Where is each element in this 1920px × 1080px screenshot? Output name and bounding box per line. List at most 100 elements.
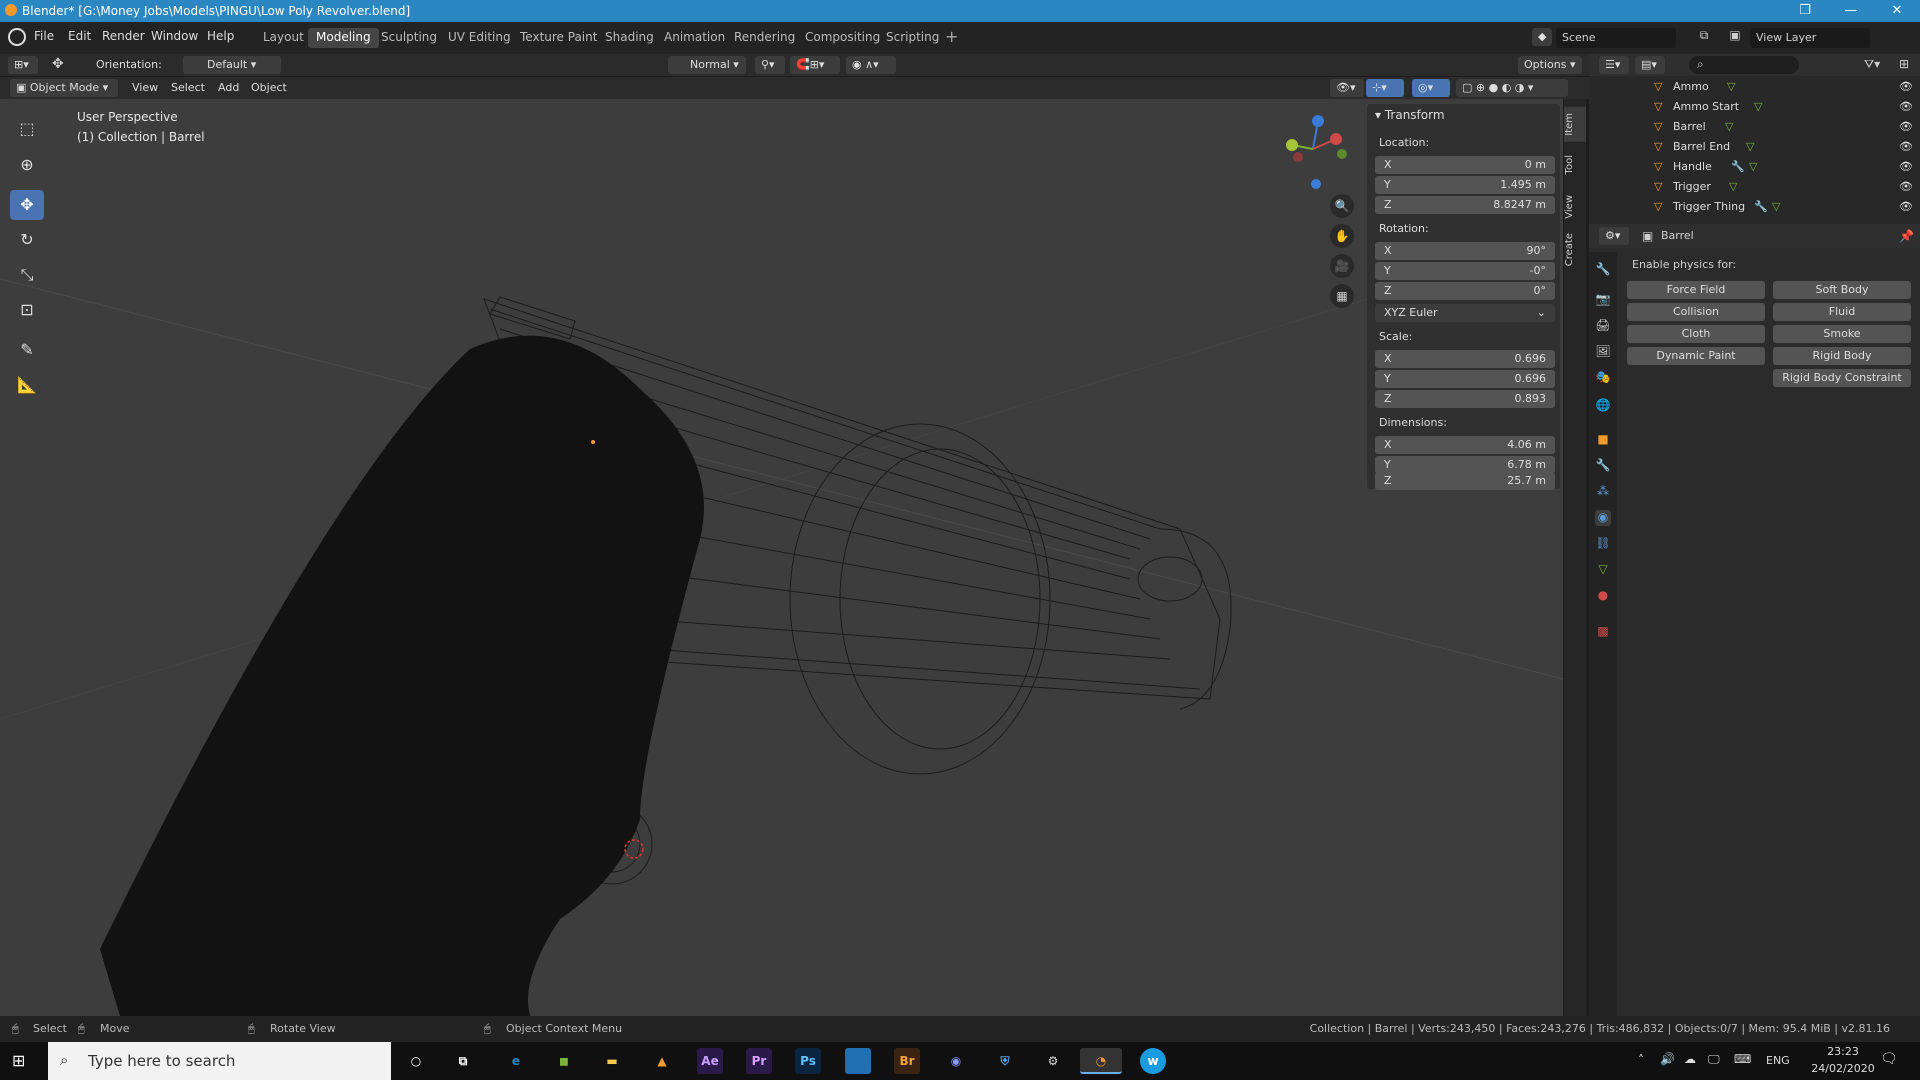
scene-selector[interactable]: Scene <box>1556 28 1676 48</box>
mesh-data-icon[interactable]: ▽ <box>1595 562 1611 578</box>
gizmo-toggle-icon[interactable]: ⊹▾ <box>1366 79 1404 97</box>
notifications-icon[interactable]: 🗨 <box>1880 1051 1898 1067</box>
rotate-tool-icon[interactable]: ↻ <box>10 225 44 255</box>
tab-modeling[interactable]: Modeling <box>308 28 379 48</box>
output-icon[interactable]: 🖨 <box>1595 318 1611 334</box>
scale-z-field[interactable]: Z 0.893 <box>1375 390 1555 408</box>
eye-icon[interactable]: 👁 <box>1899 180 1913 193</box>
outliner-editor-icon[interactable]: ☰▾ <box>1599 56 1629 74</box>
menu-file[interactable]: File <box>34 29 54 43</box>
proportional-edit-icon[interactable]: ◉ ∧▾ <box>846 56 896 74</box>
outliner-row-ammo[interactable]: ▽ Ammo ▽ 👁 <box>1589 80 1920 100</box>
volume-icon[interactable]: 🔊 <box>1660 1052 1675 1066</box>
soft-body-button[interactable]: Soft Body <box>1773 281 1911 299</box>
cloth-button[interactable]: Cloth <box>1627 325 1765 343</box>
visibility-icon[interactable]: 👁▾ <box>1330 79 1364 97</box>
location-y-field[interactable]: Y 1.495 m <box>1375 176 1555 194</box>
blender-taskbar-icon[interactable]: ◔ <box>1080 1048 1122 1074</box>
mode-dropdown[interactable]: ▣ Object Mode ▾ <box>10 79 118 97</box>
tool-settings-icon[interactable]: 🔧 <box>1595 262 1611 278</box>
display-mode-icon[interactable]: ▤▾ <box>1635 56 1665 74</box>
cursor-tool-icon[interactable]: ⊕ <box>10 150 44 180</box>
properties-editor-icon[interactable]: ⚙▾ <box>1599 227 1629 245</box>
collision-button[interactable]: Collision <box>1627 303 1765 321</box>
rotation-mode-dropdown[interactable]: XYZ Euler ⌄ <box>1375 304 1555 322</box>
pan-hand-icon[interactable]: ✋ <box>1330 224 1354 248</box>
snap-icon[interactable]: ⚲▾ <box>755 56 785 74</box>
scale-y-field[interactable]: Y 0.696 <box>1375 370 1555 388</box>
tab-view[interactable]: View <box>1564 189 1586 225</box>
nvidia-icon[interactable]: ◼ <box>551 1048 577 1074</box>
taskbar-search-input[interactable]: ⌕ Type here to search <box>48 1042 391 1080</box>
dimensions-x-field[interactable]: X 4.06 m <box>1375 436 1555 454</box>
rigid-body-constraint-button[interactable]: Rigid Body Constraint <box>1773 369 1911 387</box>
tab-create[interactable]: Create <box>1564 227 1586 272</box>
eye-icon[interactable]: 👁 <box>1899 100 1913 113</box>
after-effects-icon[interactable]: Ae <box>697 1048 723 1074</box>
rotation-y-field[interactable]: Y -0° <box>1375 262 1555 280</box>
bridge-icon[interactable]: Br <box>894 1048 920 1074</box>
premiere-icon[interactable]: Pr <box>746 1048 772 1074</box>
editor-type-icon[interactable]: ⊞▾ <box>8 56 38 74</box>
new-scene-icon[interactable]: ⧉ <box>1696 28 1712 43</box>
app-circle-icon[interactable]: w <box>1140 1048 1166 1074</box>
windows-start-icon[interactable]: ⊞ <box>12 1051 25 1070</box>
network-icon[interactable]: 🖵 <box>1708 1052 1720 1067</box>
tab-shading[interactable]: Shading <box>597 28 662 48</box>
options-dropdown[interactable]: Options ▾ <box>1518 56 1582 74</box>
world-icon[interactable]: 🌐 <box>1595 398 1611 414</box>
texture-icon[interactable]: ▩ <box>1595 624 1611 640</box>
fluid-button[interactable]: Fluid <box>1773 303 1911 321</box>
outliner-row-barrel-end[interactable]: ▽ Barrel End ▽ 👁 <box>1589 140 1920 160</box>
pin-icon[interactable]: 📌 <box>1899 229 1914 243</box>
tab-scripting[interactable]: Scripting <box>878 28 947 48</box>
close-button[interactable]: ✕ <box>1874 0 1920 22</box>
menu-object[interactable]: Object <box>251 81 287 94</box>
modifier-tab-icon[interactable]: 🔧 <box>1595 458 1611 474</box>
add-workspace-icon[interactable]: + <box>945 27 958 46</box>
menu-render[interactable]: Render <box>102 29 145 43</box>
tab-layout[interactable]: Layout <box>255 28 312 48</box>
tab-rendering[interactable]: Rendering <box>726 28 803 48</box>
transform-header[interactable]: ▾ Transform <box>1375 108 1445 122</box>
outliner-row-ammo-start[interactable]: ▽ Ammo Start ▽ 👁 <box>1589 100 1920 120</box>
menu-window[interactable]: Window <box>151 29 198 43</box>
scene-icon[interactable]: ◆ <box>1532 28 1552 46</box>
steam-icon[interactable]: ⚙ <box>1040 1048 1066 1074</box>
scale-tool-icon[interactable]: ⤡ <box>10 260 44 290</box>
eye-icon[interactable]: 👁 <box>1899 200 1913 213</box>
constraints-icon[interactable]: ⛓ <box>1595 536 1611 552</box>
menu-help[interactable]: Help <box>207 29 234 43</box>
eye-icon[interactable]: 👁 <box>1899 120 1913 133</box>
material-icon[interactable]: ● <box>1595 588 1611 604</box>
tab-animation[interactable]: Animation <box>656 28 733 48</box>
discord-icon[interactable]: ◉ <box>943 1048 969 1074</box>
location-z-field[interactable]: Z 8.8247 m <box>1375 196 1555 214</box>
annotate-tool-icon[interactable]: ✎ <box>10 335 44 365</box>
eye-icon[interactable]: 👁 <box>1899 140 1913 153</box>
camera-icon[interactable]: 🎥 <box>1330 254 1354 278</box>
snapping-icon[interactable]: 🧲⊞▾ <box>790 56 840 74</box>
vlc-icon[interactable]: ▲ <box>649 1048 675 1074</box>
render-icon[interactable]: 📷 <box>1595 292 1611 308</box>
clock-date[interactable]: 24/02/2020 <box>1806 1062 1880 1075</box>
new-collection-icon[interactable]: ⊞ <box>1899 57 1909 71</box>
cloud-icon[interactable]: ☁ <box>1684 1052 1696 1066</box>
tab-compositing[interactable]: Compositing <box>797 28 888 48</box>
file-explorer-icon[interactable]: ▬ <box>599 1048 625 1074</box>
menu-edit[interactable]: Edit <box>68 29 91 43</box>
smoke-button[interactable]: Smoke <box>1773 325 1911 343</box>
eye-icon[interactable]: 👁 <box>1899 160 1913 173</box>
edge-icon[interactable]: e <box>503 1048 529 1074</box>
tab-uv-editing[interactable]: UV Editing <box>440 28 519 48</box>
blue-app-icon[interactable] <box>845 1048 871 1074</box>
move-tool-icon[interactable]: ✥ <box>10 190 44 220</box>
clock-time[interactable]: 23:23 <box>1818 1045 1868 1058</box>
photoshop-icon[interactable]: Ps <box>795 1048 821 1074</box>
shield-icon[interactable]: ⛨ <box>992 1048 1018 1074</box>
dimensions-z-field[interactable]: Z 25.7 m <box>1375 472 1555 490</box>
tray-chevron-icon[interactable]: ˄ <box>1638 1053 1644 1067</box>
shading-mode-icons[interactable]: ▢ ⊕ ● ◐ ◑ ▾ <box>1456 79 1568 97</box>
overlay-toggle-icon[interactable]: ◎▾ <box>1412 79 1450 97</box>
rotation-x-field[interactable]: X 90° <box>1375 242 1555 260</box>
